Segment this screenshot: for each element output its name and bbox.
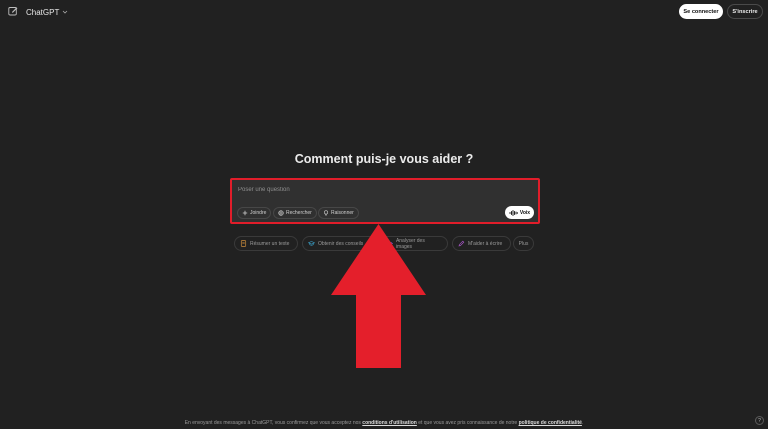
lightbulb-icon (323, 210, 329, 216)
signup-button[interactable]: S'inscrire (727, 4, 763, 19)
model-selector[interactable]: ChatGPT (26, 6, 68, 18)
chevron-down-icon (63, 10, 68, 14)
prompt-composer: Joindre Rechercher Raisonner Voix (230, 178, 540, 224)
pen-icon (458, 240, 465, 247)
red-arrow-annotation (331, 224, 426, 368)
search-label: Rechercher (286, 210, 312, 216)
attach-label: Joindre (250, 210, 267, 216)
suggestion-label: Plus (518, 240, 529, 247)
terms-link[interactable]: conditions d'utilisation (362, 420, 417, 426)
suggestion-label: M'aider à écrire (468, 240, 503, 247)
help-button[interactable]: ? (755, 416, 764, 425)
document-icon (240, 240, 247, 247)
prompt-input[interactable] (238, 185, 518, 195)
plus-icon (242, 210, 248, 216)
search-button[interactable]: Rechercher (273, 207, 317, 219)
graduation-cap-icon (308, 241, 315, 246)
top-bar: ChatGPT Se connecter S'inscrire (0, 0, 768, 24)
suggestion-label: Résumer un texte (250, 240, 290, 247)
voice-wave-icon (509, 209, 518, 216)
suggestion-summarize[interactable]: Résumer un texte (234, 236, 298, 251)
terms-footer: En envoyant des messages à ChatGPT, vous… (0, 420, 768, 426)
model-label: ChatGPT (26, 7, 60, 17)
voice-button[interactable]: Voix (505, 206, 534, 219)
login-button[interactable]: Se connecter (679, 4, 723, 19)
footer-text: . (581, 420, 584, 426)
suggestion-help-write[interactable]: M'aider à écrire (452, 236, 511, 251)
new-chat-icon[interactable] (8, 6, 18, 16)
footer-text: et que vous avez pris connaissance de no… (416, 420, 519, 426)
chatgpt-page: ChatGPT Se connecter S'inscrire Comment … (0, 0, 768, 429)
voice-label: Voix (519, 209, 531, 216)
reason-button[interactable]: Raisonner (318, 207, 359, 219)
privacy-link[interactable]: politique de confidentialité (519, 420, 582, 426)
suggestion-more[interactable]: Plus (513, 236, 534, 251)
attach-button[interactable]: Joindre (237, 207, 272, 219)
reason-label: Raisonner (331, 210, 354, 216)
page-title: Comment puis-je vous aider ? (294, 152, 474, 166)
footer-text: En envoyant des messages à ChatGPT, vous… (184, 420, 363, 426)
globe-icon (278, 210, 284, 216)
